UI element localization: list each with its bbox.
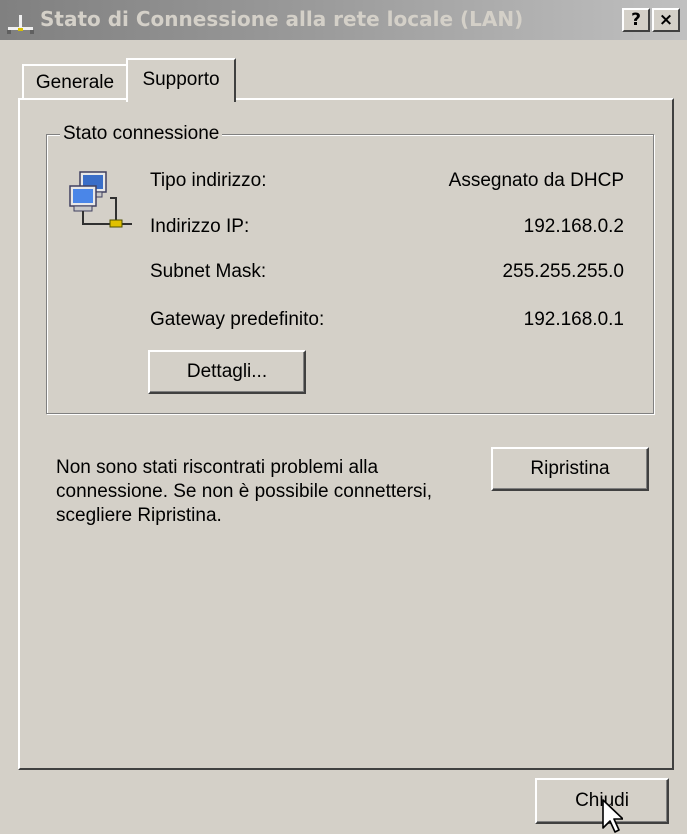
help-button[interactable]: ? <box>622 8 650 32</box>
subnet-mask-label: Subnet Mask: <box>150 261 267 282</box>
title-bar[interactable]: Stato di Connessione alla rete locale (L… <box>0 0 687 40</box>
address-type-label: Tipo indirizzo: <box>150 170 267 191</box>
group-label: Stato connessione <box>60 123 223 145</box>
repair-message: Non sono stati riscontrati problemi alla… <box>56 457 433 526</box>
network-computers-icon <box>69 171 132 228</box>
help-icon: ? <box>631 10 641 30</box>
mouse-cursor-icon <box>602 799 623 833</box>
subnet-mask-value: 255.255.255.0 <box>502 261 624 282</box>
close-icon: × <box>658 10 674 30</box>
ip-address-label: Indirizzo IP: <box>150 216 250 237</box>
window-title: Stato di Connessione alla rete locale (L… <box>40 7 524 31</box>
default-gateway-label: Gateway predefinito: <box>150 309 325 330</box>
network-connection-icon <box>7 15 34 34</box>
address-type-value: Assegnato da DHCP <box>448 170 624 191</box>
ip-address-value: 192.168.0.2 <box>523 216 624 237</box>
close-window-button[interactable]: × <box>652 8 680 32</box>
tab-supporto[interactable]: Supporto <box>126 58 236 102</box>
repair-button[interactable]: Ripristina <box>491 447 649 491</box>
default-gateway-value: 192.168.0.1 <box>523 309 624 330</box>
details-button[interactable]: Dettagli... <box>148 350 306 394</box>
tab-generale[interactable]: Generale <box>22 64 128 99</box>
